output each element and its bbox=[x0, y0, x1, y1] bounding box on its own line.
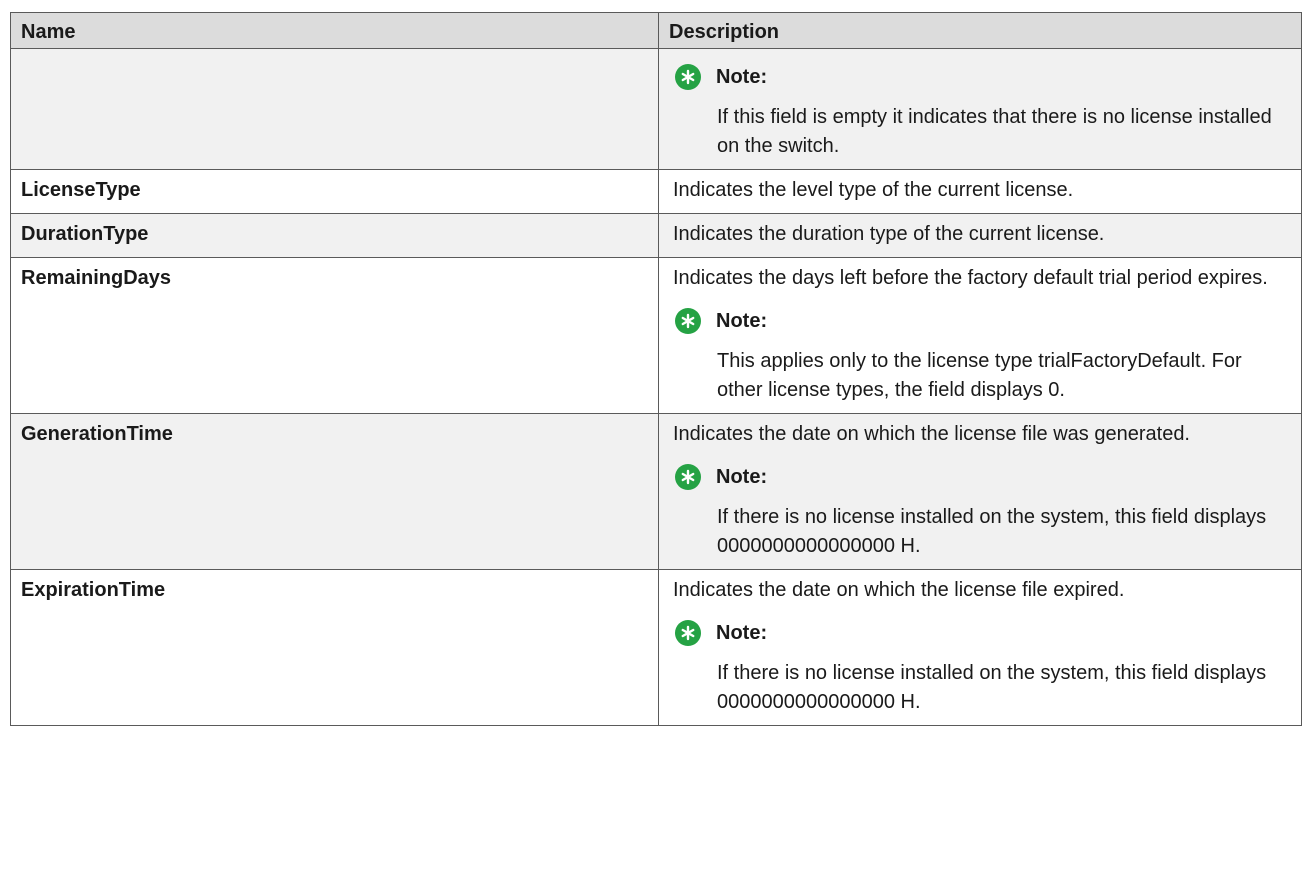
note-header: Note: bbox=[673, 459, 1287, 495]
note-label: Note: bbox=[716, 465, 768, 488]
field-description: Note: If this field is empty it indicate… bbox=[658, 48, 1302, 170]
note-block: Note: If this field is empty it indicate… bbox=[673, 59, 1287, 161]
note-text: If there is no license installed on the … bbox=[717, 506, 1267, 557]
asterisk-note-icon bbox=[675, 308, 701, 334]
table-row: ExpirationTime Indicates the date on whi… bbox=[10, 569, 1302, 726]
field-name: GenerationTime bbox=[10, 413, 659, 570]
description-text: Indicates the date on which the license … bbox=[673, 579, 1125, 601]
field-name: DurationType bbox=[10, 213, 659, 258]
table-row: LicenseType Indicates the level type of … bbox=[10, 169, 1302, 214]
note-block: Note: This applies only to the license t… bbox=[673, 303, 1287, 405]
note-label: Note: bbox=[716, 65, 768, 88]
field-description: Indicates the date on which the license … bbox=[658, 413, 1302, 570]
table-row: GenerationTime Indicates the date on whi… bbox=[10, 413, 1302, 570]
note-text: If this field is empty it indicates that… bbox=[717, 106, 1272, 157]
field-name bbox=[10, 48, 659, 170]
description-column-header: Description bbox=[658, 12, 1302, 49]
field-description: Indicates the level type of the current … bbox=[658, 169, 1302, 214]
note-block: Note: If there is no license installed o… bbox=[673, 615, 1287, 717]
description-text: Indicates the level type of the current … bbox=[673, 179, 1074, 201]
field-description: Indicates the date on which the license … bbox=[658, 569, 1302, 726]
note-header: Note: bbox=[673, 59, 1287, 95]
note-text: If there is no license installed on the … bbox=[717, 662, 1267, 713]
table-row: Note: If this field is empty it indicate… bbox=[10, 48, 1302, 170]
note-block: Note: If there is no license installed o… bbox=[673, 459, 1287, 561]
asterisk-note-icon bbox=[675, 620, 701, 646]
parameter-table: Name Description Note: If this field is … bbox=[10, 12, 1302, 726]
note-label: Note: bbox=[716, 309, 768, 332]
note-header: Note: bbox=[673, 303, 1287, 339]
asterisk-note-icon bbox=[675, 64, 701, 90]
asterisk-note-icon bbox=[675, 464, 701, 490]
note-label: Note: bbox=[716, 621, 768, 644]
name-column-header: Name bbox=[10, 12, 659, 49]
table-row: DurationType Indicates the duration type… bbox=[10, 213, 1302, 258]
description-text: Indicates the days left before the facto… bbox=[673, 267, 1268, 289]
header-row: Name Description bbox=[10, 12, 1302, 49]
field-name: RemainingDays bbox=[10, 257, 659, 414]
description-text: Indicates the duration type of the curre… bbox=[673, 223, 1105, 245]
field-description: Indicates the duration type of the curre… bbox=[658, 213, 1302, 258]
field-description: Indicates the days left before the facto… bbox=[658, 257, 1302, 414]
table-row: RemainingDays Indicates the days left be… bbox=[10, 257, 1302, 414]
note-text: This applies only to the license type tr… bbox=[717, 350, 1242, 401]
field-name: ExpirationTime bbox=[10, 569, 659, 726]
note-header: Note: bbox=[673, 615, 1287, 651]
description-text: Indicates the date on which the license … bbox=[673, 423, 1190, 445]
field-name: LicenseType bbox=[10, 169, 659, 214]
